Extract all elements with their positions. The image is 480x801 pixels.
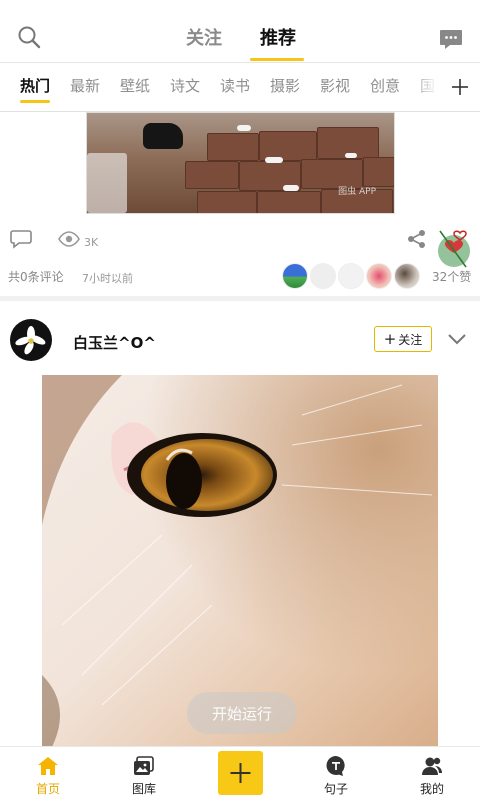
- flower-icon: [15, 326, 46, 355]
- user-icon: [421, 755, 443, 777]
- post-divider: [0, 296, 480, 301]
- avatar[interactable]: [10, 319, 52, 361]
- category-tab-wallpaper[interactable]: 壁纸: [120, 75, 150, 96]
- post-image[interactable]: 图虫 APP: [86, 112, 395, 214]
- nav-sentence-label: 句子: [323, 782, 348, 796]
- liker-avatar[interactable]: [310, 263, 336, 289]
- post-time: 7小时以前: [82, 272, 133, 285]
- liker-avatar[interactable]: [366, 263, 392, 289]
- category-tab-latest[interactable]: 最新: [70, 75, 100, 96]
- home-icon: [37, 755, 59, 777]
- plus-icon: [230, 763, 251, 783]
- top-bar: [0, 0, 480, 63]
- message-icon[interactable]: [438, 27, 464, 51]
- category-tab-photography[interactable]: 摄影: [270, 75, 300, 96]
- category-tab-creative[interactable]: 创意: [370, 75, 400, 96]
- follow-label: 关注: [398, 332, 423, 347]
- tab-active-indicator: [250, 58, 304, 61]
- tab-recommend[interactable]: 推荐: [260, 24, 296, 50]
- liker-avatar[interactable]: [282, 263, 308, 289]
- plus-icon[interactable]: [450, 77, 470, 97]
- follow-button[interactable]: + 关注: [374, 326, 432, 352]
- views-count: 3K: [84, 236, 99, 249]
- nav-home-label: 首页: [35, 782, 60, 796]
- share-icon[interactable]: [407, 229, 427, 249]
- comment-icon[interactable]: [10, 229, 32, 249]
- comment-count[interactable]: 共0条评论: [8, 268, 64, 285]
- chevron-down-icon[interactable]: [447, 331, 467, 347]
- category-tabs: 热门 最新 壁纸 诗文 读书 摄影 影视 创意 国风: [0, 63, 480, 112]
- search-icon[interactable]: [16, 24, 42, 50]
- nav-mine[interactable]: 我的: [402, 747, 462, 801]
- nav-gallery-label: 图库: [131, 782, 156, 796]
- category-tab-poetry[interactable]: 诗文: [170, 75, 200, 96]
- run-overlay-button[interactable]: 开始运行: [187, 692, 297, 734]
- nav-home[interactable]: 首页: [18, 747, 78, 801]
- nav-mine-label: 我的: [419, 782, 444, 796]
- category-tab-hot[interactable]: 热门: [20, 75, 50, 96]
- category-active-indicator: [20, 100, 50, 103]
- image-watermark: 图虫 APP: [338, 187, 376, 197]
- heart-icon: [438, 230, 470, 268]
- like-count[interactable]: 32个赞: [432, 268, 471, 285]
- plus-icon: +: [383, 329, 397, 348]
- liker-avatar[interactable]: [394, 263, 420, 289]
- like-button[interactable]: [436, 229, 474, 269]
- tab-follow[interactable]: 关注: [186, 24, 222, 50]
- boot-shape: [143, 123, 183, 149]
- category-tab-reading[interactable]: 读书: [220, 75, 250, 96]
- sentence-icon: [325, 755, 347, 777]
- nav-sentence[interactable]: 句子: [306, 747, 366, 801]
- publish-button[interactable]: [218, 751, 263, 795]
- gallery-icon: [133, 755, 155, 777]
- liker-avatar[interactable]: [338, 263, 364, 289]
- category-tab-film[interactable]: 影视: [320, 75, 350, 96]
- eye-icon: [58, 231, 80, 247]
- username[interactable]: 白玉兰^O^: [73, 332, 156, 353]
- nav-gallery[interactable]: 图库: [114, 747, 174, 801]
